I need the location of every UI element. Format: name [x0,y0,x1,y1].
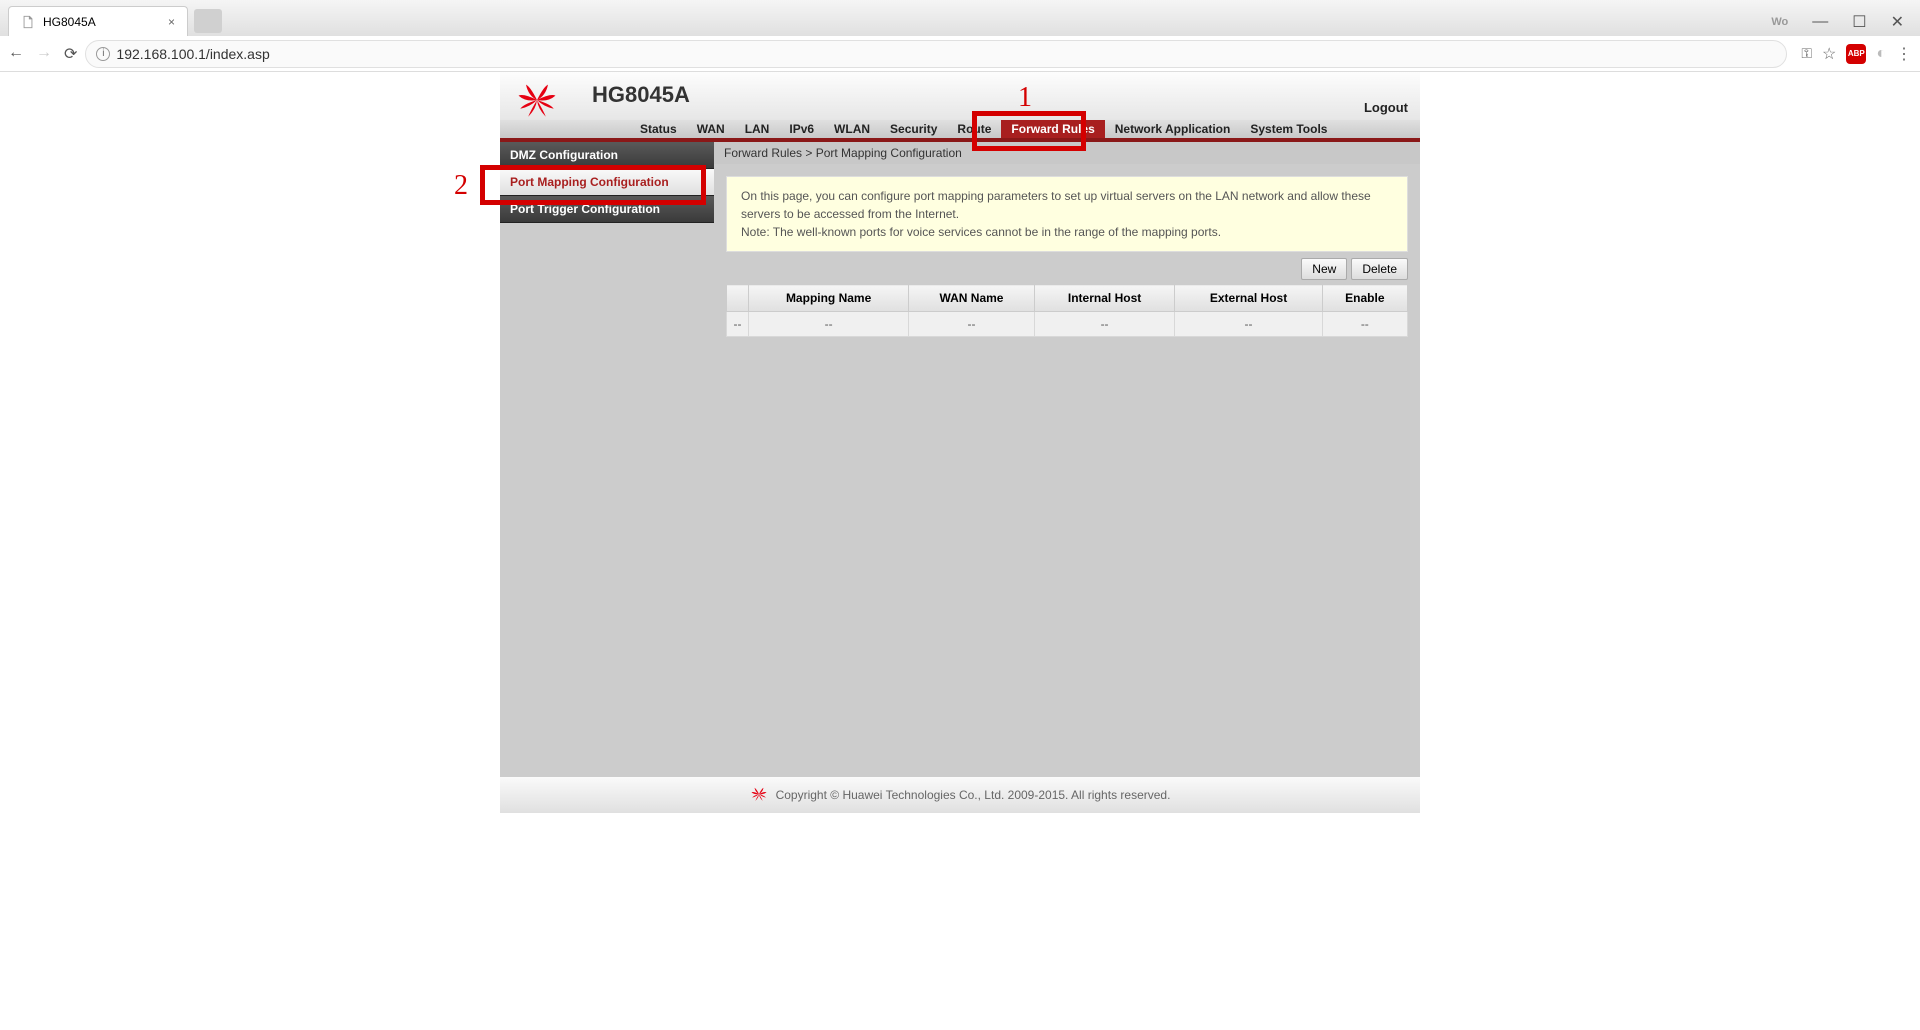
footer: Copyright © Huawei Technologies Co., Ltd… [500,777,1420,813]
info-icon[interactable]: i [96,47,110,61]
minimize-icon[interactable]: — [1808,9,1832,35]
top-nav-forward-rules[interactable]: Forward Rules [1001,120,1104,138]
table-row[interactable]: ------------ [727,312,1408,337]
sidebar-item-port-mapping-configuration[interactable]: Port Mapping Configuration [500,169,714,196]
table-cell: -- [909,312,1034,337]
new-tab-button[interactable] [194,9,222,33]
table-cell: -- [749,312,909,337]
top-nav: StatusWANLANIPv6WLANSecurityRouteForward… [500,120,1420,142]
col-header: External Host [1175,285,1322,312]
logout-link[interactable]: Logout [1364,100,1408,115]
top-nav-ipv6[interactable]: IPv6 [779,120,824,138]
top-nav-wan[interactable]: WAN [687,120,735,138]
annotation-label-2: 2 [454,170,468,202]
abp-icon[interactable]: ABP [1846,44,1866,64]
model-title: HG8045A [592,82,690,108]
col-header: Enable [1322,285,1407,312]
profile-icon[interactable]: ◐ [1876,45,1886,63]
table-actions: New Delete [726,258,1408,280]
sidebar-item-port-trigger-configuration[interactable]: Port Trigger Configuration [500,196,714,223]
new-button[interactable]: New [1301,258,1347,280]
tab-title: HG8045A [43,15,96,29]
browser-tab[interactable]: HG8045A × [8,6,188,36]
delete-button[interactable]: Delete [1351,258,1408,280]
sidebar: DMZ ConfigurationPort Mapping Configurat… [500,142,714,777]
top-nav-network-application[interactable]: Network Application [1105,120,1241,138]
col-header: Internal Host [1034,285,1175,312]
forward-icon[interactable]: → [36,44,52,64]
url-text: 192.168.100.1/index.asp [116,46,269,62]
nav-buttons: ← → ⟳ [8,44,77,64]
port-mapping-table: Mapping NameWAN NameInternal HostExterna… [726,284,1408,337]
key-icon[interactable]: ⚿ [1801,45,1812,62]
browser-chrome: HG8045A × Wo — ☐ ✕ ← → ⟳ i 192.168.100.1… [0,0,1920,72]
table-cell: -- [727,312,749,337]
sidebar-item-dmz-configuration[interactable]: DMZ Configuration [500,142,714,169]
copyright-text: Copyright © Huawei Technologies Co., Ltd… [776,788,1171,802]
info-box: On this page, you can configure port map… [726,176,1408,252]
breadcrumb: Forward Rules > Port Mapping Configurati… [714,142,1420,164]
top-nav-status[interactable]: Status [630,120,687,138]
close-window-icon[interactable]: ✕ [1887,8,1908,36]
content: Forward Rules > Port Mapping Configurati… [714,142,1420,777]
footer-logo-icon [750,786,768,805]
table-cell: -- [1034,312,1175,337]
address-row: ← → ⟳ i 192.168.100.1/index.asp ⚿ ☆ ABP … [0,36,1920,72]
top-nav-system-tools[interactable]: System Tools [1240,120,1337,138]
address-bar[interactable]: i 192.168.100.1/index.asp [85,40,1787,68]
top-nav-lan[interactable]: LAN [735,120,780,138]
star-icon[interactable]: ☆ [1822,44,1836,64]
router-page: HUAWEI HG8045A Logout StatusWANLANIPv6WL… [500,72,1420,813]
top-nav-route[interactable]: Route [947,120,1001,138]
back-icon[interactable]: ← [8,44,24,64]
col-header [727,285,749,312]
menu-icon[interactable]: ⋮ [1896,44,1912,64]
top-nav-security[interactable]: Security [880,120,947,138]
table-cell: -- [1322,312,1407,337]
table-cell: -- [1175,312,1322,337]
close-icon[interactable]: × [168,15,175,29]
page-icon [21,15,35,29]
col-header: WAN Name [909,285,1034,312]
info-line2: Note: The well-known ports for voice ser… [741,223,1393,241]
ext-icon[interactable]: Wo [1767,12,1792,32]
content-inner: On this page, you can configure port map… [714,164,1420,349]
col-header: Mapping Name [749,285,909,312]
top-nav-wlan[interactable]: WLAN [824,120,880,138]
reload-icon[interactable]: ⟳ [64,44,77,64]
maximize-icon[interactable]: ☐ [1848,8,1870,36]
router-body: DMZ ConfigurationPort Mapping Configurat… [500,142,1420,777]
info-line1: On this page, you can configure port map… [741,187,1393,223]
address-icons: ⚿ ☆ ABP ◐ ⋮ [1801,44,1912,64]
tab-bar: HG8045A × Wo — ☐ ✕ [0,0,1920,36]
window-controls: Wo — ☐ ✕ [1767,8,1920,36]
